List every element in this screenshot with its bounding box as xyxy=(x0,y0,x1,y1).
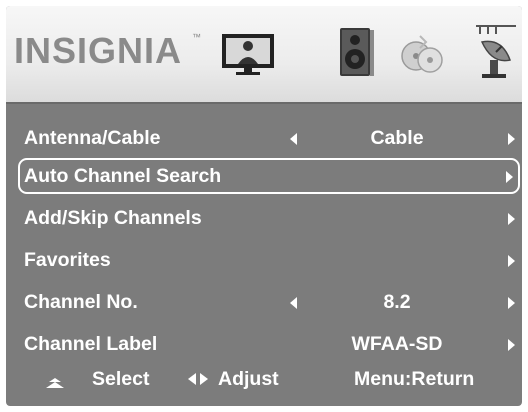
menu-item-value: 8.2 xyxy=(383,291,411,313)
menu-item-label: Antenna/Cable xyxy=(24,127,161,149)
left-arrow-icon[interactable] xyxy=(290,133,297,145)
left-right-arrows-icon xyxy=(188,373,208,385)
adjust-hint-label: Adjust xyxy=(218,368,279,390)
left-arrow-icon[interactable] xyxy=(290,297,297,309)
menu-item-label: Channel No. xyxy=(24,291,138,313)
discs-settings-icon[interactable] xyxy=(390,20,454,84)
satellite-antenna-icon[interactable] xyxy=(458,20,522,84)
menu-item-add-skip-channels[interactable]: Add/Skip Channels xyxy=(18,200,522,236)
right-arrow-icon[interactable] xyxy=(508,255,515,267)
header-divider xyxy=(6,102,522,104)
menu-item-favorites[interactable]: Favorites xyxy=(18,242,522,278)
menu-item-value: WFAA-SD xyxy=(351,333,443,355)
tv-picture-icon[interactable] xyxy=(216,20,280,84)
right-arrow-icon[interactable] xyxy=(506,171,513,183)
osd-menu-panel: INSIGNIA ™ Antenna/Cable Cable Auto Chan… xyxy=(6,6,522,406)
select-hint-label: Select xyxy=(92,368,150,390)
speaker-audio-icon[interactable] xyxy=(324,20,388,84)
menu-item-label: Auto Channel Search xyxy=(24,165,222,187)
menu-item-label: Favorites xyxy=(24,249,111,271)
menu-item-value: Cable xyxy=(370,127,424,149)
menu-footer-hints: Select Adjust Menu:Return xyxy=(6,366,522,396)
menu-item-auto-channel-search[interactable]: Auto Channel Search xyxy=(18,158,520,194)
trademark-mark: ™ xyxy=(192,32,201,42)
right-arrow-icon[interactable] xyxy=(508,297,515,309)
menu-item-antenna-cable[interactable]: Antenna/Cable Cable xyxy=(18,120,522,156)
menu-item-label: Channel Label xyxy=(24,333,158,355)
right-arrow-icon[interactable] xyxy=(508,339,515,351)
menu-header: INSIGNIA ™ xyxy=(6,6,522,102)
menu-return-hint-label: Menu:Return xyxy=(354,368,475,390)
up-down-arrows-icon xyxy=(46,378,64,388)
menu-item-channel-no[interactable]: Channel No. 8.2 xyxy=(18,284,522,320)
menu-item-label: Add/Skip Channels xyxy=(24,207,202,229)
brand-logo: INSIGNIA xyxy=(14,30,183,71)
right-arrow-icon[interactable] xyxy=(508,133,515,145)
menu-item-channel-label[interactable]: Channel Label WFAA-SD xyxy=(18,326,522,362)
right-arrow-icon[interactable] xyxy=(508,213,515,225)
